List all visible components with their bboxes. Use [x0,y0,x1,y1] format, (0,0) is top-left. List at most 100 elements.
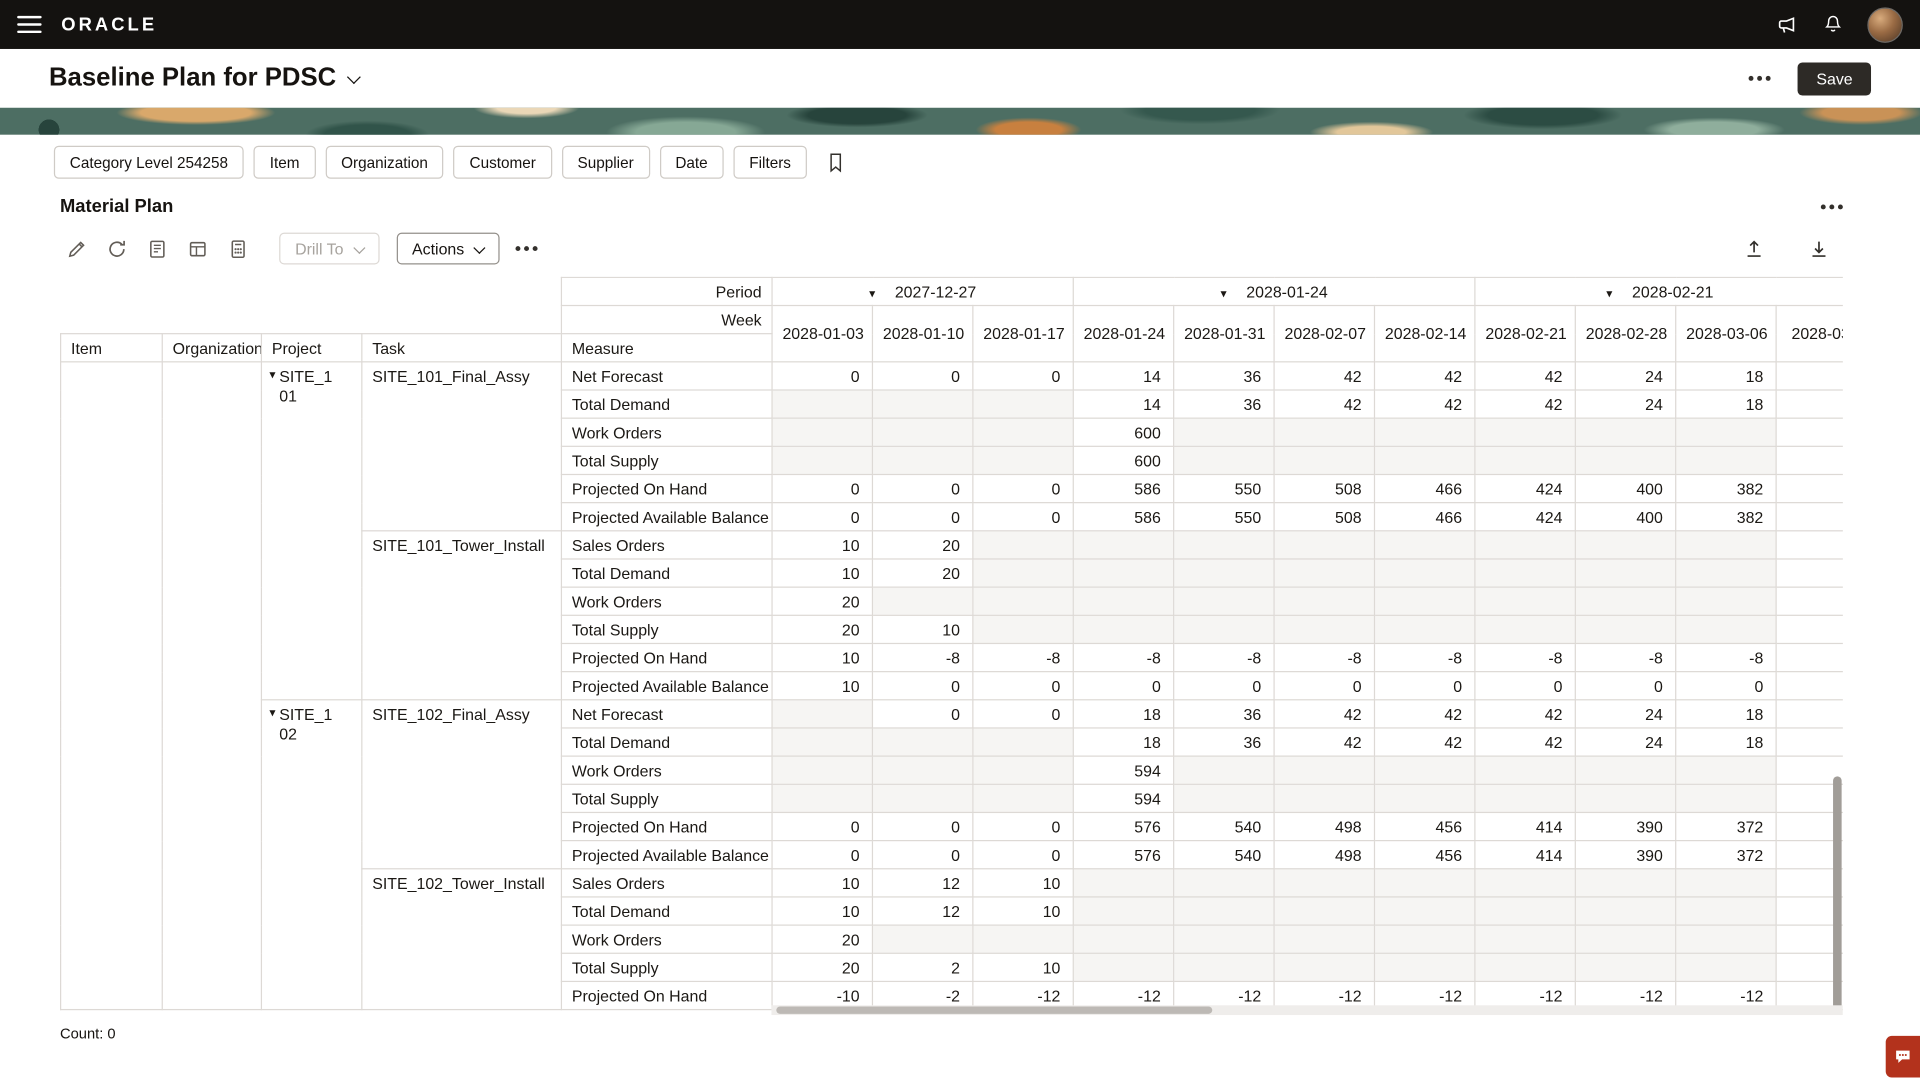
data-cell[interactable]: 0 [1374,672,1474,700]
data-cell[interactable] [1274,559,1374,587]
data-cell[interactable] [1374,897,1474,925]
data-cell[interactable]: -8 [1676,643,1776,671]
data-cell[interactable]: 0 [1676,672,1776,700]
data-cell[interactable] [1174,953,1274,981]
data-cell[interactable]: 576 [1073,812,1173,840]
data-cell[interactable] [872,728,972,756]
data-cell[interactable] [1475,615,1575,643]
data-cell[interactable]: -8 [872,643,972,671]
data-cell[interactable] [1374,559,1474,587]
data-cell[interactable] [1676,953,1776,981]
data-cell[interactable] [1776,446,1843,474]
data-cell[interactable] [973,615,1073,643]
period-header[interactable]: ▾2027-12-27 [772,277,1073,305]
data-cell[interactable] [1174,531,1274,559]
data-cell[interactable] [1575,559,1675,587]
data-cell[interactable]: -8 [1073,643,1173,671]
data-cell[interactable]: 0 [973,503,1073,531]
data-cell[interactable] [1575,784,1675,812]
data-cell[interactable]: 594 [1073,756,1173,784]
filter-chip-supplier[interactable]: Supplier [562,146,650,179]
data-cell[interactable]: -8 [1274,643,1374,671]
drill-to-button[interactable]: Drill To [279,233,379,265]
data-cell[interactable] [1575,418,1675,446]
period-dropdown-icon[interactable]: ▾ [1606,287,1612,300]
title-dropdown-chevron-icon[interactable] [346,70,360,84]
data-cell[interactable] [1676,925,1776,953]
data-cell[interactable]: 424 [1475,474,1575,502]
data-cell[interactable]: 36 [1174,390,1274,418]
data-cell[interactable]: 508 [1274,503,1374,531]
data-cell[interactable] [1374,418,1474,446]
data-cell[interactable]: 0 [1475,672,1575,700]
data-cell[interactable] [1676,756,1776,784]
data-cell[interactable]: 0 [772,474,872,502]
horizontal-scrollbar[interactable] [771,1005,1842,1015]
data-cell[interactable] [872,784,972,812]
data-cell[interactable] [1374,869,1474,897]
data-cell[interactable]: 0 [772,812,872,840]
data-cell[interactable] [1374,587,1474,615]
page-more-actions-icon[interactable] [1758,76,1763,81]
data-cell[interactable]: 400 [1575,503,1675,531]
data-cell[interactable] [1676,897,1776,925]
data-cell[interactable] [1374,446,1474,474]
data-cell[interactable] [973,559,1073,587]
data-cell[interactable]: 0 [1575,672,1675,700]
data-cell[interactable]: 372 [1676,841,1776,869]
data-cell[interactable]: 10 [973,869,1073,897]
data-cell[interactable]: 2 [872,953,972,981]
data-cell[interactable]: 540 [1174,841,1274,869]
data-cell[interactable]: 20 [872,531,972,559]
data-cell[interactable] [1274,587,1374,615]
data-cell[interactable]: 0 [1274,672,1374,700]
save-button[interactable]: Save [1798,62,1871,95]
filter-chip-organization[interactable]: Organization [325,146,444,179]
data-cell[interactable]: 20 [772,587,872,615]
data-cell[interactable]: -8 [1374,643,1474,671]
data-cell[interactable]: 0 [772,362,872,390]
data-cell[interactable]: 14 [1073,390,1173,418]
vertical-scrollbar-thumb[interactable] [1833,776,1842,1011]
data-cell[interactable]: 414 [1475,812,1575,840]
filter-chip-item[interactable]: Item [254,146,316,179]
filter-chip-filters[interactable]: Filters [733,146,807,179]
data-cell[interactable]: 0 [973,700,1073,728]
data-cell[interactable] [772,446,872,474]
data-cell[interactable] [1174,784,1274,812]
data-cell[interactable]: -8 [1575,643,1675,671]
data-cell[interactable] [1475,784,1575,812]
filter-chip-category-level[interactable]: Category Level 254258 [54,146,244,179]
data-cell[interactable] [1174,446,1274,474]
data-cell[interactable] [1475,446,1575,474]
data-cell[interactable] [1174,418,1274,446]
data-cell[interactable] [1174,559,1274,587]
filter-chip-date[interactable]: Date [659,146,723,179]
data-cell[interactable] [1174,925,1274,953]
data-cell[interactable]: 12 [872,897,972,925]
data-cell[interactable]: 594 [1073,784,1173,812]
data-cell[interactable]: 10 [872,615,972,643]
data-cell[interactable]: 0 [973,812,1073,840]
data-cell[interactable] [1274,446,1374,474]
data-cell[interactable] [1475,418,1575,446]
data-cell[interactable] [1676,559,1776,587]
data-cell[interactable] [772,756,872,784]
data-cell[interactable]: 42 [1475,362,1575,390]
data-cell[interactable]: 586 [1073,503,1173,531]
data-cell[interactable] [1073,531,1173,559]
data-cell[interactable] [872,390,972,418]
data-cell[interactable] [973,418,1073,446]
data-cell[interactable]: 600 [1073,418,1173,446]
data-cell[interactable] [1575,531,1675,559]
manage-tables-icon[interactable] [181,235,213,262]
data-cell[interactable]: 0 [872,362,972,390]
data-cell[interactable] [1274,953,1374,981]
data-cell[interactable] [1174,615,1274,643]
data-cell[interactable] [1575,615,1675,643]
data-cell[interactable]: 0 [872,672,972,700]
data-cell[interactable]: 0 [1073,672,1173,700]
data-cell[interactable] [1174,587,1274,615]
data-cell[interactable] [1475,953,1575,981]
data-cell[interactable] [973,390,1073,418]
